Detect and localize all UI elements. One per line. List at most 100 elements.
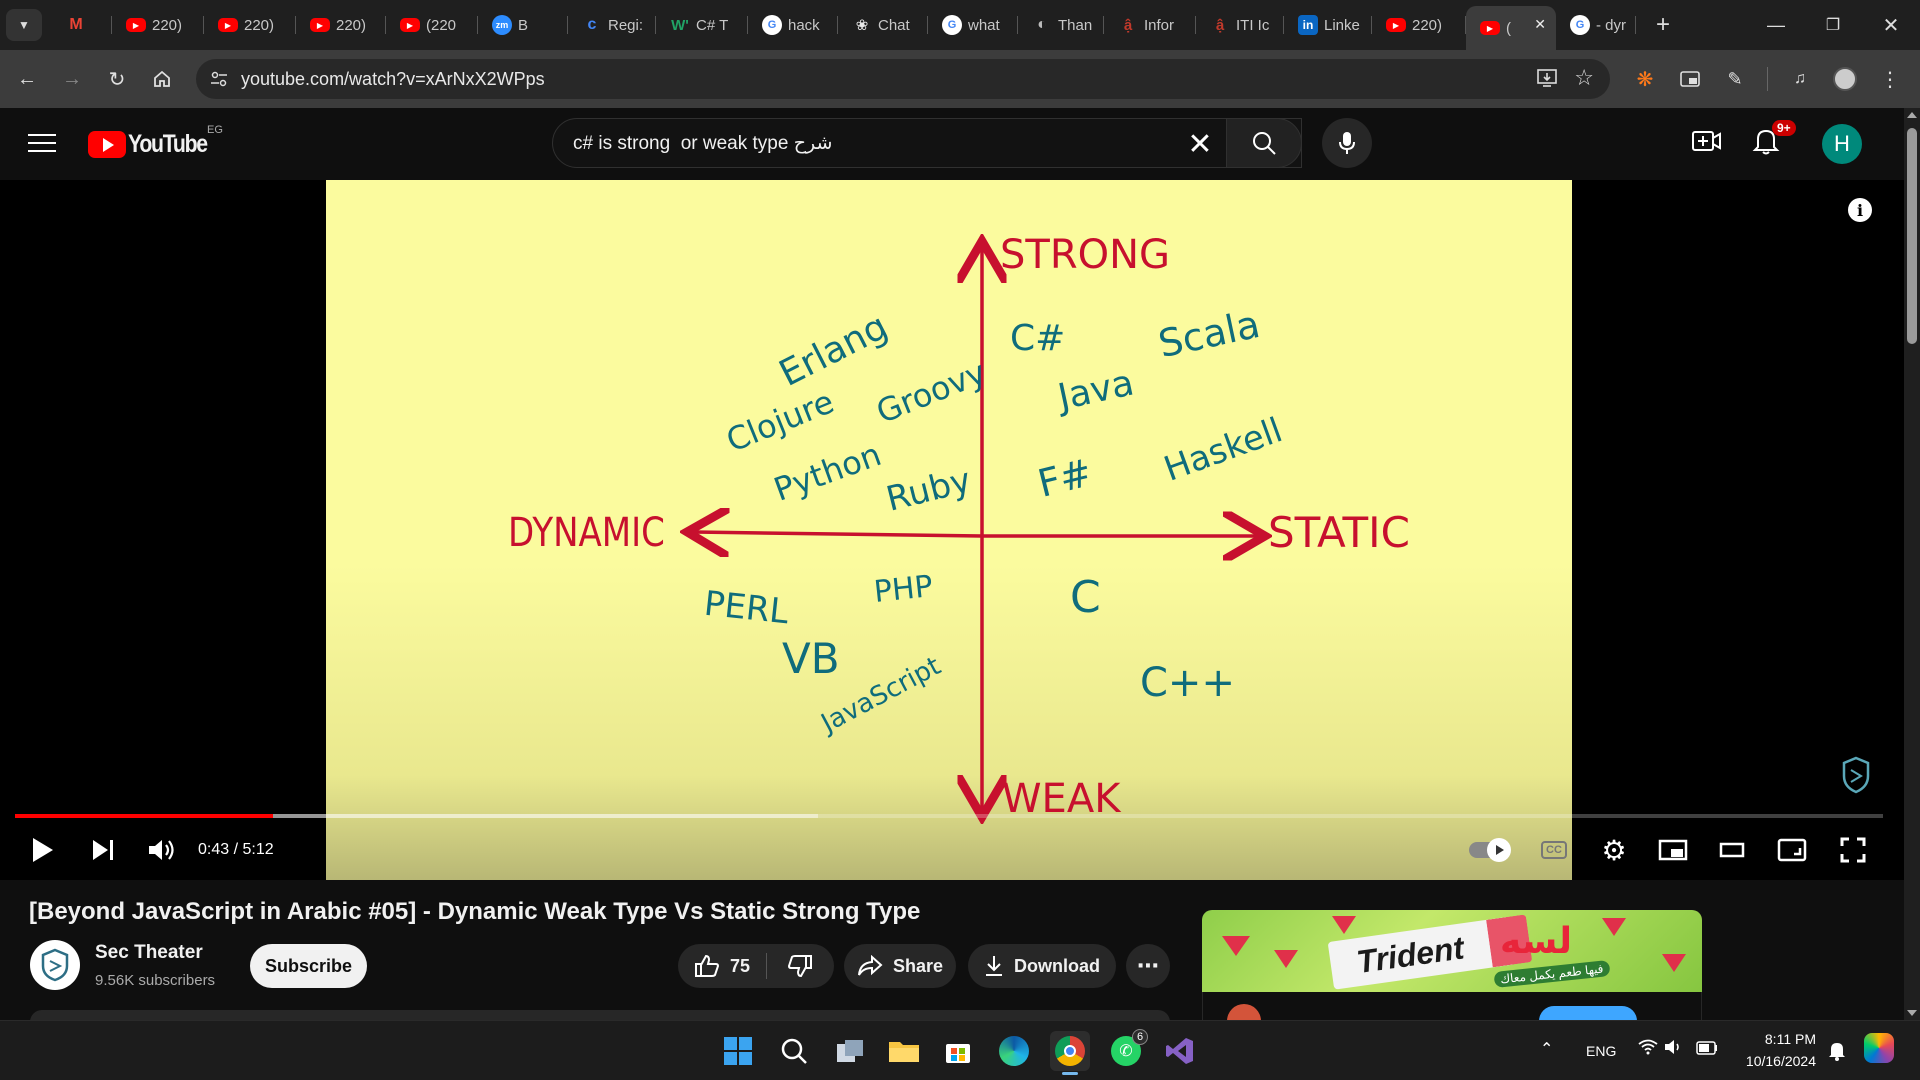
- captions-button[interactable]: CC: [1536, 830, 1572, 870]
- speaker-icon[interactable]: [1664, 1039, 1684, 1060]
- video-player[interactable]: STRONG WEAK DYNAMIC STATIC Erlang Clojur…: [0, 180, 1904, 880]
- browser-tab[interactable]: zm B: [478, 8, 568, 42]
- whatsapp-button[interactable]: ✆ 6: [1106, 1029, 1148, 1071]
- dislike-button[interactable]: [767, 944, 833, 988]
- sponsored-ad-banner[interactable]: Trident لسه فيها طعم يكمل معاك: [1202, 910, 1702, 992]
- lang-csharp: C#: [1010, 318, 1066, 359]
- media-controls-button[interactable]: ♫: [1783, 62, 1817, 96]
- progress-bar[interactable]: [15, 814, 1883, 818]
- autoplay-toggle[interactable]: [1466, 830, 1512, 870]
- close-tab-icon[interactable]: ✕: [1534, 16, 1546, 33]
- next-button[interactable]: [86, 830, 120, 870]
- language-indicator[interactable]: ENG: [1586, 1043, 1616, 1059]
- edge-button[interactable]: [994, 1031, 1034, 1071]
- reload-button[interactable]: ↻: [100, 62, 134, 96]
- notifications-button[interactable]: 9+: [1752, 120, 1796, 161]
- search-input[interactable]: c# is strong or weak type شرح: [573, 132, 832, 155]
- cast-button[interactable]: [1774, 830, 1810, 870]
- browser-tab[interactable]: ▶ 220): [296, 8, 386, 42]
- like-button[interactable]: 75: [678, 944, 766, 988]
- like-dislike-group: 75: [678, 944, 834, 988]
- browser-tab[interactable]: Ghack: [748, 8, 838, 42]
- start-button[interactable]: [718, 1031, 758, 1071]
- extension-button[interactable]: ❋: [1628, 62, 1662, 96]
- browser-tab[interactable]: G - dyr: [1556, 8, 1636, 42]
- browser-tab[interactable]: ◐ Than: [1018, 8, 1104, 42]
- browser-tab[interactable]: ❀ Chat: [838, 8, 928, 42]
- clock-date[interactable]: 10/16/2024: [1734, 1053, 1816, 1069]
- page-scrollbar[interactable]: [1904, 108, 1920, 1020]
- browser-tab[interactable]: ậ Infor: [1104, 8, 1196, 42]
- scroll-down-arrow-icon[interactable]: [1907, 1010, 1917, 1016]
- browser-tab[interactable]: W' C# T: [656, 8, 748, 42]
- fullscreen-button[interactable]: [1835, 830, 1871, 870]
- close-window-button[interactable]: ✕: [1868, 8, 1914, 42]
- address-bar[interactable]: youtube.com/watch?v=xArNxX2WPps ☆: [196, 59, 1610, 99]
- scrollbar-thumb[interactable]: [1907, 128, 1917, 344]
- file-explorer-button[interactable]: [884, 1031, 924, 1071]
- install-app-icon[interactable]: [1536, 67, 1558, 94]
- home-button[interactable]: [145, 62, 179, 96]
- browser-tab[interactable]: in Linke: [1284, 8, 1372, 42]
- chrome-menu-button[interactable]: ⋮: [1873, 62, 1907, 96]
- like-count: 75: [730, 955, 751, 976]
- show-hidden-icons-button[interactable]: ⌃: [1540, 1039, 1553, 1059]
- video-frame[interactable]: STRONG WEAK DYNAMIC STATIC Erlang Clojur…: [326, 180, 1572, 880]
- browser-tab[interactable]: ậ ITI Ic: [1196, 8, 1284, 42]
- microsoft-store-button[interactable]: [938, 1031, 978, 1071]
- chrome-taskbar-button[interactable]: [1050, 1031, 1090, 1075]
- youtube-logo[interactable]: YouTube: [88, 130, 221, 159]
- browser-tab[interactable]: ▶ 220): [1372, 8, 1466, 42]
- restore-icon: ❐: [1825, 17, 1841, 34]
- account-avatar[interactable]: H: [1822, 124, 1862, 164]
- browser-tab[interactable]: Gwhat: [928, 8, 1018, 42]
- wifi-icon[interactable]: [1638, 1039, 1658, 1060]
- bookmark-star-icon[interactable]: ☆: [1574, 65, 1594, 91]
- browser-tab[interactable]: ▶ (✕: [1466, 6, 1556, 50]
- miniplayer-button[interactable]: [1655, 830, 1691, 870]
- ad-strip-below: [1202, 992, 1702, 1038]
- theater-mode-button[interactable]: [1714, 830, 1750, 870]
- browser-tab[interactable]: M: [52, 8, 112, 42]
- browser-tab[interactable]: ▶ (220: [386, 8, 478, 42]
- more-actions-button[interactable]: ⋯: [1126, 944, 1170, 988]
- minimize-button[interactable]: —: [1753, 8, 1799, 42]
- picture-in-picture-button[interactable]: [1673, 62, 1707, 96]
- download-button[interactable]: Download: [968, 944, 1116, 988]
- browser-tab[interactable]: ᴄ Regi:: [568, 8, 656, 42]
- site-info-icon[interactable]: [206, 67, 232, 91]
- url-text[interactable]: youtube.com/watch?v=xArNxX2WPps: [241, 69, 545, 90]
- battery-icon[interactable]: [1696, 1041, 1718, 1060]
- clear-search-button[interactable]: ✕: [1183, 127, 1217, 161]
- search-button[interactable]: [1226, 118, 1302, 168]
- back-button[interactable]: ←: [10, 62, 44, 96]
- profile-button[interactable]: [1828, 62, 1862, 96]
- hamburger-menu-button[interactable]: [28, 130, 56, 158]
- share-button[interactable]: Share: [844, 944, 956, 988]
- browser-tab[interactable]: ▶ 220): [112, 8, 204, 42]
- restore-button[interactable]: ❐: [1810, 8, 1856, 42]
- visual-studio-button[interactable]: [1160, 1031, 1200, 1071]
- forward-button[interactable]: →: [55, 62, 89, 96]
- clock-time[interactable]: 8:11 PM: [1760, 1031, 1816, 1047]
- browser-tab[interactable]: ▶ 220): [204, 8, 296, 42]
- video-info-button[interactable]: i: [1848, 198, 1872, 222]
- channel-avatar[interactable]: [30, 940, 80, 990]
- volume-button[interactable]: [144, 830, 178, 870]
- channel-watermark-icon[interactable]: [1842, 756, 1870, 799]
- scroll-up-arrow-icon[interactable]: [1907, 112, 1917, 118]
- play-button[interactable]: [26, 830, 60, 870]
- voice-search-button[interactable]: [1322, 118, 1372, 168]
- new-tab-button[interactable]: +: [1640, 8, 1686, 42]
- subscribe-button[interactable]: Subscribe: [250, 944, 367, 988]
- taskbar-search-button[interactable]: [774, 1031, 814, 1071]
- channel-name[interactable]: Sec Theater: [95, 942, 203, 964]
- search-box[interactable]: c# is strong or weak type شرح ✕: [552, 118, 1302, 168]
- settings-button[interactable]: ⚙: [1596, 830, 1632, 870]
- task-view-button[interactable]: [830, 1031, 870, 1071]
- extensions-button[interactable]: ✎: [1718, 62, 1752, 96]
- copilot-icon[interactable]: [1864, 1033, 1894, 1063]
- create-button[interactable]: [1692, 128, 1722, 159]
- notification-bell-icon[interactable]: [1828, 1041, 1846, 1066]
- tab-search-button[interactable]: ▼: [6, 9, 42, 41]
